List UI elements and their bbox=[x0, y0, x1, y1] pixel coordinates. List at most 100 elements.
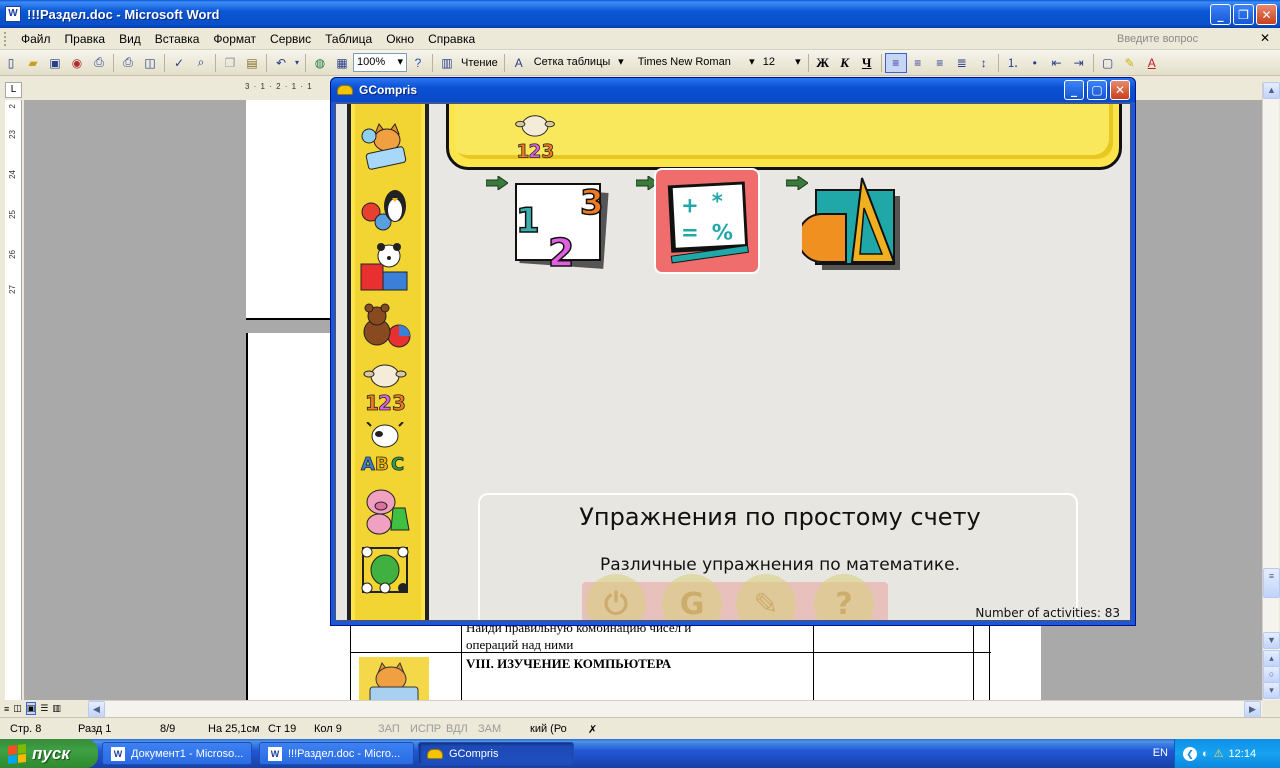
zoom-select[interactable]: 100% ▾ bbox=[353, 53, 407, 72]
status-overtype[interactable]: ЗАМ bbox=[478, 723, 501, 735]
preview-icon[interactable]: ◫ bbox=[139, 53, 161, 73]
document-close-icon[interactable]: ✕ bbox=[1260, 31, 1270, 45]
paste-icon[interactable]: ▤ bbox=[241, 53, 263, 73]
web-view-icon[interactable]: ◫ bbox=[13, 703, 22, 714]
outline-view-icon[interactable]: ☰ bbox=[40, 703, 48, 714]
font-color-icon[interactable]: A bbox=[1141, 53, 1163, 73]
menu-file[interactable]: Файл bbox=[14, 32, 58, 46]
bullets-icon[interactable]: • bbox=[1024, 53, 1046, 73]
scroll-left-icon[interactable]: ◀ bbox=[88, 701, 105, 718]
drawing-icon[interactable]: ▦ bbox=[331, 53, 353, 73]
justify-icon[interactable]: ≣ bbox=[951, 53, 973, 73]
gc-maximize-button[interactable]: ▢ bbox=[1087, 80, 1107, 100]
undo-dropdown-icon[interactable]: ▾ bbox=[292, 53, 302, 73]
undo-icon[interactable]: ↶ bbox=[270, 53, 292, 73]
discovery-category-icon[interactable] bbox=[359, 182, 411, 234]
status-extend[interactable]: ВДЛ bbox=[446, 723, 468, 735]
sound-icon[interactable]: ◐ bbox=[1202, 748, 1209, 760]
style-select[interactable]: Сетка таблицы ▾ bbox=[530, 53, 628, 72]
open-icon[interactable]: ▰ bbox=[22, 53, 44, 73]
print-view-icon[interactable]: ▣ bbox=[25, 702, 37, 715]
numbers-activity-icon[interactable]: 1 2 3 bbox=[506, 172, 612, 278]
reading-view-icon[interactable]: ▥ bbox=[52, 703, 61, 714]
borders-icon[interactable]: ▢ bbox=[1097, 53, 1119, 73]
prev-page-icon[interactable]: ▴ bbox=[1263, 650, 1280, 667]
menu-edit[interactable]: Правка bbox=[58, 32, 113, 46]
word-app-icon[interactable]: W bbox=[5, 6, 21, 22]
geometry-activity-icon[interactable] bbox=[802, 170, 908, 276]
browse-object-icon[interactable]: ○ bbox=[1263, 666, 1280, 683]
menu-view[interactable]: Вид bbox=[112, 32, 148, 46]
gcompris-title-bar[interactable]: GCompris _ ▢ ✕ bbox=[331, 78, 1135, 102]
increase-indent-icon[interactable]: ⇥ bbox=[1068, 53, 1090, 73]
underline-button[interactable]: Ч bbox=[856, 55, 878, 71]
ask-question-box[interactable]: Введите вопрос bbox=[1115, 31, 1240, 47]
hyperlink-icon[interactable]: ◍ bbox=[309, 53, 331, 73]
research-icon[interactable]: ⌕ bbox=[190, 53, 212, 73]
strategy-category-icon[interactable] bbox=[359, 544, 411, 596]
styles-icon[interactable]: A bbox=[508, 53, 530, 73]
task-gcompris[interactable]: GCompris bbox=[418, 742, 574, 765]
italic-button[interactable]: К bbox=[834, 55, 856, 71]
line-spacing-icon[interactable]: ↕ bbox=[973, 53, 995, 73]
scroll-up-icon[interactable]: ▲ bbox=[1263, 82, 1280, 99]
arithmetic-activity-tile[interactable]: + * = % bbox=[654, 168, 760, 274]
menu-help[interactable]: Справка bbox=[421, 32, 482, 46]
spelling-status-icon[interactable]: ✗ bbox=[588, 723, 597, 736]
print-icon[interactable]: ⎙ bbox=[117, 53, 139, 73]
fun-category-icon[interactable] bbox=[359, 302, 411, 354]
start-button[interactable]: пуск bbox=[0, 739, 98, 768]
word-title-bar[interactable]: W !!!Раздел.doc - Microsoft Word _ ❐ ✕ bbox=[0, 0, 1280, 28]
tab-selector[interactable]: L bbox=[5, 82, 22, 98]
font-select[interactable]: Times New Roman ▾ bbox=[634, 53, 759, 72]
status-record[interactable]: ЗАП bbox=[378, 723, 400, 735]
menu-table[interactable]: Таблица bbox=[318, 32, 379, 46]
horizontal-scrollbar[interactable]: ◀ ▶ bbox=[88, 700, 1262, 718]
task-razdel-doc[interactable]: W !!!Раздел.doc - Micro... bbox=[259, 742, 414, 765]
close-button[interactable]: ✕ bbox=[1256, 4, 1277, 25]
copy-icon[interactable]: ❐ bbox=[219, 53, 241, 73]
vertical-scrollbar[interactable]: ▲ ≡ ▼ ▴ ○ ▾ bbox=[1262, 82, 1280, 700]
reading-category-icon[interactable]: A B C bbox=[359, 422, 411, 474]
next-page-icon[interactable]: ▾ bbox=[1263, 682, 1280, 699]
computer-category-icon[interactable] bbox=[359, 122, 411, 174]
menu-format[interactable]: Формат bbox=[206, 32, 263, 46]
restore-button[interactable]: ❐ bbox=[1233, 4, 1254, 25]
gc-minimize-button[interactable]: _ bbox=[1064, 80, 1084, 100]
tray-expand-icon[interactable]: ❮ bbox=[1183, 746, 1197, 761]
gc-close-button[interactable]: ✕ bbox=[1110, 80, 1130, 100]
language-indicator[interactable]: EN bbox=[1153, 747, 1168, 759]
align-right-icon[interactable]: ≡ bbox=[929, 53, 951, 73]
decrease-indent-icon[interactable]: ⇤ bbox=[1046, 53, 1068, 73]
reading-mode-button[interactable]: Чтение bbox=[458, 57, 501, 69]
math-category-icon[interactable]: 1 2 3 bbox=[359, 362, 411, 414]
help-icon[interactable]: ? bbox=[407, 53, 429, 73]
align-center-icon[interactable]: ≡ bbox=[907, 53, 929, 73]
document-table[interactable]: Найди правильную комбинацию чисел и опер… bbox=[350, 618, 991, 700]
task-document1[interactable]: W Документ1 - Microso... bbox=[102, 742, 252, 765]
menu-insert[interactable]: Вставка bbox=[148, 32, 207, 46]
numbering-icon[interactable]: ⒈ bbox=[1002, 53, 1024, 73]
puzzle-category-icon[interactable] bbox=[359, 242, 411, 294]
math-section-icon[interactable]: 1 2 3 bbox=[511, 111, 559, 163]
align-left-icon[interactable]: ≡ bbox=[884, 52, 907, 73]
scroll-right-icon[interactable]: ▶ bbox=[1244, 701, 1261, 718]
horizontal-ruler[interactable]: 3 · 1 · 2 · 1 · 1 bbox=[245, 82, 335, 96]
menu-window[interactable]: Окно bbox=[379, 32, 421, 46]
highlight-icon[interactable]: ✎ bbox=[1119, 53, 1141, 73]
experiment-category-icon[interactable] bbox=[359, 484, 411, 536]
vertical-ruler[interactable]: 2 23 24 25 26 27 bbox=[5, 100, 22, 700]
scroll-down-icon[interactable]: ▼ bbox=[1263, 632, 1280, 649]
save-icon[interactable]: ▣ bbox=[44, 53, 66, 73]
clock[interactable]: 12:14 bbox=[1229, 748, 1257, 760]
reading-mode-icon[interactable]: ▥ bbox=[436, 53, 458, 73]
menu-tools[interactable]: Сервис bbox=[263, 32, 318, 46]
normal-view-icon[interactable]: ≡ bbox=[4, 704, 9, 714]
font-size-select[interactable]: 12 ▾ bbox=[759, 53, 805, 72]
print-preview-icon[interactable]: ⎙ bbox=[88, 53, 110, 73]
permission-icon[interactable]: ◉ bbox=[66, 53, 88, 73]
minimize-button[interactable]: _ bbox=[1210, 4, 1231, 25]
spelling-icon[interactable]: ✓ bbox=[168, 53, 190, 73]
new-document-icon[interactable]: ▯ bbox=[0, 53, 22, 73]
scroll-thumb[interactable]: ≡ bbox=[1263, 568, 1280, 598]
